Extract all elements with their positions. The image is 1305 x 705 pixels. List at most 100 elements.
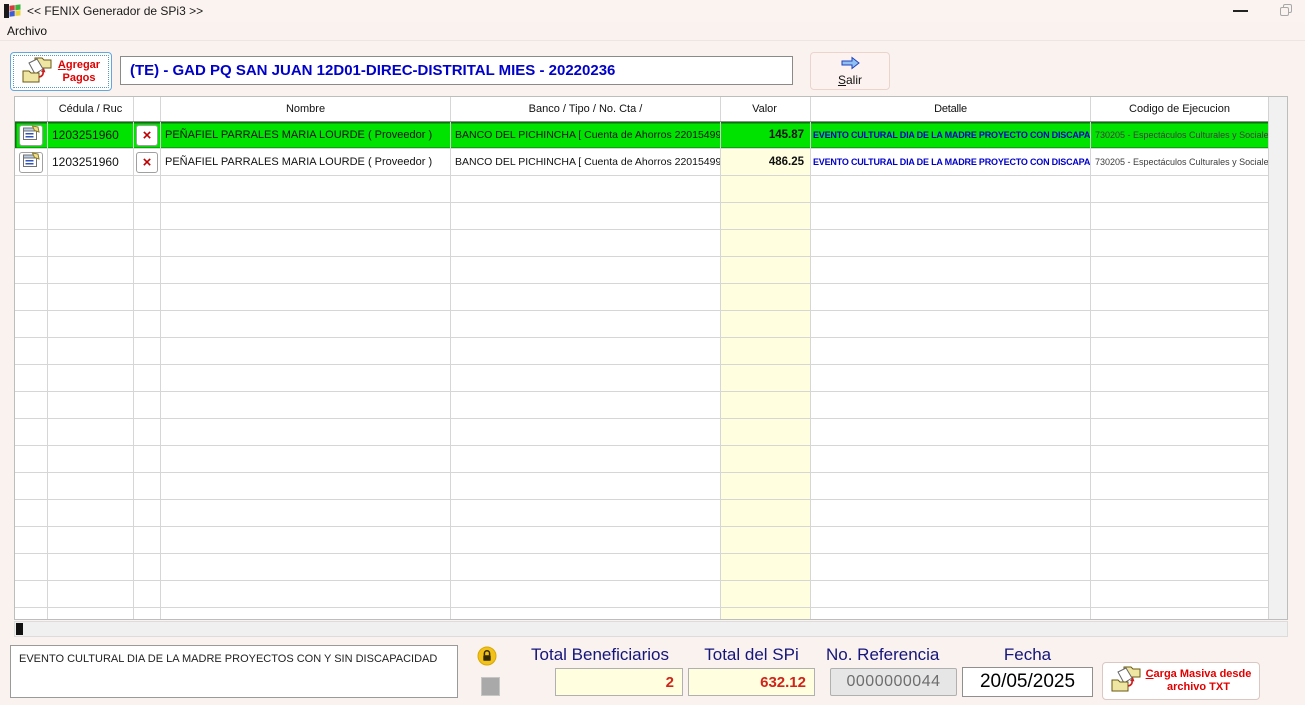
exit-arrow-icon bbox=[840, 56, 861, 73]
salir-label: Salir bbox=[838, 73, 862, 87]
table-row[interactable] bbox=[15, 257, 1287, 284]
table-row[interactable] bbox=[15, 527, 1287, 554]
codigo-cell bbox=[1091, 176, 1269, 203]
banco-cell: BANCO DEL PICHINCHA [ Cuenta de Ahorros … bbox=[451, 122, 721, 149]
row-delete-cell bbox=[134, 230, 161, 257]
detalle-cell bbox=[811, 500, 1091, 527]
detalle-cell bbox=[811, 365, 1091, 392]
banco-cell bbox=[451, 257, 721, 284]
gray-square-button[interactable] bbox=[481, 677, 500, 696]
banco-cell bbox=[451, 527, 721, 554]
table-header-row: Cédula / Ruc Nombre Banco / Tipo / No. C… bbox=[15, 97, 1287, 122]
detalle-cell bbox=[811, 338, 1091, 365]
row-delete-cell bbox=[134, 500, 161, 527]
detalle-cell bbox=[811, 581, 1091, 608]
table-row[interactable] bbox=[15, 419, 1287, 446]
row-delete-cell bbox=[134, 608, 161, 619]
horizontal-scrollbar-thumb[interactable] bbox=[16, 623, 23, 635]
nombre-cell bbox=[161, 554, 451, 581]
table-row[interactable] bbox=[15, 203, 1287, 230]
nombre-cell bbox=[161, 446, 451, 473]
row-edit-cell bbox=[15, 446, 48, 473]
header-codigo: Codigo de Ejecucion bbox=[1091, 97, 1269, 121]
horizontal-scrollbar[interactable] bbox=[14, 621, 1288, 637]
table-row[interactable]: 1203251960×PEÑAFIEL PARRALES MARIA LOURD… bbox=[15, 149, 1287, 176]
menu-item-archivo[interactable]: Archivo bbox=[0, 23, 54, 39]
title-bar: << FENIX Generador de SPi3 >> bbox=[0, 0, 1305, 22]
row-edit-cell bbox=[15, 284, 48, 311]
table-row[interactable] bbox=[15, 554, 1287, 581]
table-row[interactable] bbox=[15, 284, 1287, 311]
row-edit-cell bbox=[15, 122, 48, 149]
row-edit-cell bbox=[15, 311, 48, 338]
detalle-cell bbox=[811, 473, 1091, 500]
cedula-cell bbox=[48, 176, 134, 203]
table-row[interactable] bbox=[15, 338, 1287, 365]
cedula-cell bbox=[48, 338, 134, 365]
delete-row-button[interactable]: × bbox=[136, 152, 158, 173]
table-row[interactable] bbox=[15, 176, 1287, 203]
codigo-cell bbox=[1091, 392, 1269, 419]
table-row[interactable] bbox=[15, 500, 1287, 527]
nombre-cell bbox=[161, 392, 451, 419]
valor-cell: 145.87 bbox=[721, 122, 811, 149]
cedula-cell bbox=[48, 257, 134, 284]
minimize-button[interactable] bbox=[1233, 10, 1248, 12]
salir-button[interactable]: Salir bbox=[810, 52, 890, 90]
nombre-cell bbox=[161, 176, 451, 203]
table-row[interactable]: 1203251960×PEÑAFIEL PARRALES MARIA LOURD… bbox=[15, 122, 1287, 149]
agregar-pagos-button[interactable]: Agregar Pagos bbox=[10, 52, 112, 91]
table-row[interactable] bbox=[15, 473, 1287, 500]
delete-row-button[interactable]: × bbox=[136, 125, 158, 146]
referencia-value: 0000000044 bbox=[830, 668, 957, 696]
valor-cell bbox=[721, 338, 811, 365]
table-row[interactable] bbox=[15, 392, 1287, 419]
nombre-cell: PEÑAFIEL PARRALES MARIA LOURDE ( Proveed… bbox=[161, 149, 451, 176]
vertical-scrollbar[interactable] bbox=[1268, 97, 1287, 619]
detalle-cell bbox=[811, 257, 1091, 284]
lock-icon bbox=[477, 646, 497, 666]
add-payments-folder-icon bbox=[22, 55, 53, 89]
nombre-cell bbox=[161, 581, 451, 608]
table-row[interactable] bbox=[15, 446, 1287, 473]
row-delete-cell: × bbox=[134, 122, 161, 149]
valor-cell bbox=[721, 365, 811, 392]
cedula-cell bbox=[48, 419, 134, 446]
detalle-textarea[interactable]: EVENTO CULTURAL DIA DE LA MADRE PROYECTO… bbox=[10, 645, 458, 698]
detalle-cell bbox=[811, 527, 1091, 554]
row-delete-cell bbox=[134, 527, 161, 554]
bulk-load-folder-icon bbox=[1111, 664, 1142, 698]
entity-title-input[interactable]: (TE) - GAD PQ SAN JUAN 12D01-DIREC-DISTR… bbox=[120, 56, 793, 85]
header-detalle: Detalle bbox=[811, 97, 1091, 121]
cedula-cell bbox=[48, 284, 134, 311]
app-window-icon bbox=[4, 3, 22, 19]
agregar-pagos-label: Agregar bbox=[58, 59, 100, 72]
cedula-cell bbox=[48, 527, 134, 554]
carga-masiva-button[interactable]: Carga Masiva desde archivo TXT bbox=[1102, 662, 1260, 700]
banco-cell bbox=[451, 284, 721, 311]
table-row[interactable] bbox=[15, 608, 1287, 619]
table-row[interactable] bbox=[15, 581, 1287, 608]
codigo-cell: 730205 - Espectáculos Culturales y Socia… bbox=[1091, 149, 1269, 176]
row-delete-cell bbox=[134, 284, 161, 311]
row-delete-cell bbox=[134, 419, 161, 446]
row-edit-cell bbox=[15, 365, 48, 392]
edit-row-button[interactable] bbox=[19, 125, 43, 146]
detalle-cell bbox=[811, 554, 1091, 581]
edit-row-button[interactable] bbox=[19, 152, 43, 173]
detalle-cell bbox=[811, 230, 1091, 257]
cedula-cell bbox=[48, 554, 134, 581]
restore-button[interactable] bbox=[1280, 4, 1293, 17]
detalle-cell bbox=[811, 176, 1091, 203]
cedula-cell bbox=[48, 473, 134, 500]
table-row[interactable] bbox=[15, 230, 1287, 257]
table-row[interactable] bbox=[15, 311, 1287, 338]
valor-cell bbox=[721, 176, 811, 203]
codigo-cell bbox=[1091, 608, 1269, 619]
banco-cell bbox=[451, 311, 721, 338]
table-row[interactable] bbox=[15, 365, 1287, 392]
codigo-cell bbox=[1091, 581, 1269, 608]
fecha-input[interactable]: 20/05/2025 bbox=[962, 667, 1093, 697]
row-delete-cell bbox=[134, 338, 161, 365]
total-beneficiarios-label: Total Beneficiarios bbox=[512, 645, 688, 665]
